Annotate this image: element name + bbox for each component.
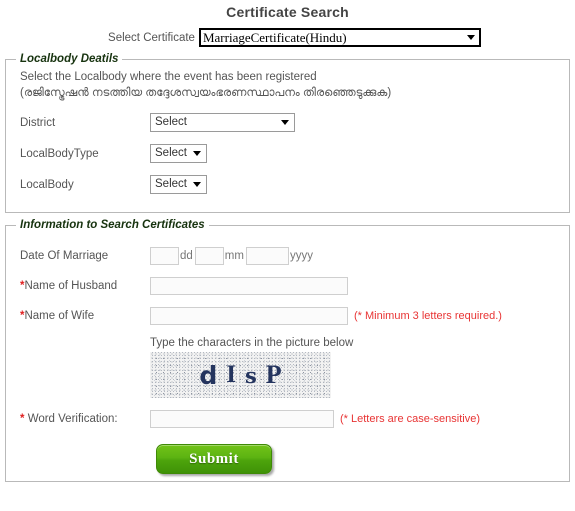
search-information-fieldset: Information to Search Certificates Date …: [5, 219, 570, 482]
name-of-wife-label-text: Name of Wife: [24, 310, 95, 322]
word-verification-row: * Word Verification: (* Letters are case…: [20, 410, 569, 428]
district-row: District Select: [20, 113, 569, 132]
date-of-marriage-label: Date Of Marriage: [20, 250, 109, 262]
name-of-wife-label: *Name of Wife: [20, 310, 150, 322]
localbody-details-fieldset: Localbody Deatils Select the Localbody w…: [5, 53, 570, 213]
captcha-char-4: P: [265, 360, 282, 389]
certificate-select-label: Select Certificate: [108, 31, 195, 44]
chevron-down-icon: [466, 32, 477, 43]
localbodytype-row: LocalBodyType Select: [20, 144, 569, 163]
localbodytype-select[interactable]: Select: [150, 144, 207, 163]
name-of-wife-input[interactable]: [150, 307, 348, 325]
date-of-marriage-year-input[interactable]: [245, 247, 289, 265]
localbody-label: LocalBody: [20, 178, 74, 191]
date-of-marriage-day-input[interactable]: [150, 247, 179, 265]
required-asterisk: *: [20, 413, 25, 425]
chevron-down-icon: [192, 148, 203, 159]
localbodytype-select-value: Select: [155, 147, 187, 159]
name-of-wife-note: (* Minimum 3 letters required.): [354, 310, 502, 322]
captcha-char-2: I: [226, 361, 236, 388]
certificate-select[interactable]: MarriageCertificate(Hindu): [198, 28, 481, 47]
chevron-down-icon: [280, 117, 291, 128]
year-suffix-label: yyyy: [289, 250, 313, 262]
district-select[interactable]: Select: [150, 113, 295, 132]
search-information-legend: Information to Search Certificates: [20, 219, 205, 231]
certificate-select-row: Select Certificate MarriageCertificate(H…: [0, 28, 575, 47]
localbody-select[interactable]: Select: [150, 175, 207, 194]
certificate-select-value: MarriageCertificate(Hindu): [202, 30, 347, 45]
month-suffix-label: mm: [224, 250, 244, 262]
submit-row: Submit: [20, 444, 569, 474]
word-verification-label: * Word Verification:: [20, 413, 150, 425]
name-of-husband-row: *Name of Husband: [20, 277, 569, 295]
district-select-value: Select: [155, 116, 187, 128]
localbody-select-value: Select: [155, 178, 187, 190]
localbody-details-content: Select the Localbody where the event has…: [6, 65, 569, 194]
name-of-husband-label: *Name of Husband: [20, 280, 150, 292]
captcha-char-3: s: [244, 362, 257, 388]
localbody-row: LocalBody Select: [20, 175, 569, 194]
name-of-husband-input[interactable]: [150, 277, 348, 295]
chevron-down-icon: [192, 179, 203, 190]
captcha-block: Type the characters in the picture below…: [20, 337, 569, 398]
date-of-marriage-month-input[interactable]: [194, 247, 224, 265]
localbody-details-legend: Localbody Deatils: [20, 53, 119, 65]
date-of-marriage-row: Date Of Marriage dd mm yyyy: [20, 247, 569, 265]
search-information-content: Date Of Marriage dd mm yyyy *Name of Hus…: [6, 231, 569, 474]
captcha-characters: d I s P: [150, 352, 331, 398]
captcha-char-1: d: [199, 360, 218, 390]
localbody-helper-malayalam: (രജിസ്ട്രേഷൻ നടത്തിയ തദ്ദേശസ്വയംഭരണസ്ഥാപ…: [20, 87, 392, 99]
name-of-husband-label-text: Name of Husband: [24, 280, 118, 292]
captcha-caption: Type the characters in the picture below: [150, 337, 354, 349]
localbodytype-label: LocalBodyType: [20, 147, 99, 160]
page-title: Certificate Search: [226, 4, 349, 20]
word-verification-note: (* Letters are case-sensitive): [340, 413, 480, 425]
localbody-helper-english: Select the Localbody where the event has…: [20, 71, 317, 83]
district-label: District: [20, 116, 56, 129]
day-suffix-label: dd: [180, 250, 193, 262]
submit-button[interactable]: Submit: [156, 444, 272, 474]
word-verification-input[interactable]: [150, 410, 334, 428]
name-of-wife-row: *Name of Wife (* Minimum 3 letters requi…: [20, 307, 569, 325]
captcha-image: d I s P: [150, 352, 331, 398]
word-verification-label-text: Word Verification:: [27, 413, 118, 425]
